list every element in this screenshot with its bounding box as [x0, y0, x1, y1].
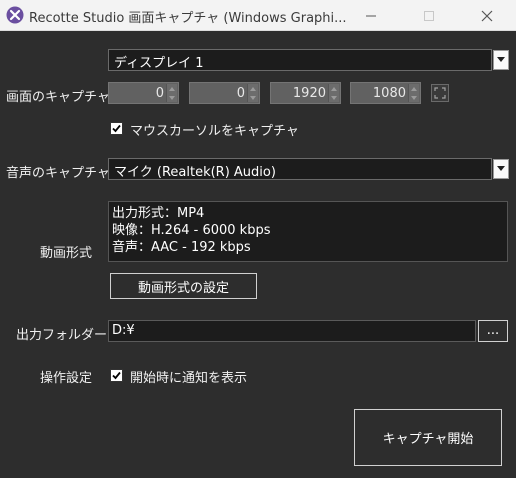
capture-x-stepper[interactable]: 0	[108, 82, 179, 104]
spin-down-icon[interactable]	[408, 93, 419, 102]
capture-height-stepper[interactable]: 1080	[350, 82, 421, 104]
capture-y-value: 0	[236, 86, 245, 101]
chevron-down-icon	[497, 166, 505, 171]
video-info-line: 映像：H.264 - 6000 kbps	[112, 223, 271, 238]
output-folder-label: 出力フォルダー	[16, 328, 108, 343]
minimize-icon	[366, 15, 376, 16]
audio-select[interactable]: マイク (Realtek(R) Audio)	[108, 158, 492, 180]
spin-down-icon[interactable]	[328, 93, 339, 102]
close-button[interactable]	[464, 0, 510, 31]
window-title: Recotte Studio 画面キャプチャ (Windows Graphi..…	[29, 11, 347, 26]
minimize-button[interactable]	[348, 0, 394, 31]
checkmark-icon	[112, 371, 121, 380]
capture-y-arrows[interactable]	[247, 84, 258, 102]
title-bar[interactable]: Recotte Studio 画面キャプチャ (Windows Graphi..…	[0, 0, 516, 31]
mouse-cursor-checkbox[interactable]	[110, 122, 123, 135]
capture-y-stepper[interactable]: 0	[189, 82, 260, 104]
maximize-icon	[424, 10, 434, 21]
audio-info-line: 音声：AAC - 192 kbps	[112, 240, 251, 255]
video-format-info: 出力形式：MP4 映像：H.264 - 6000 kbps 音声：AAC - 1…	[108, 201, 508, 262]
spin-down-icon[interactable]	[247, 93, 258, 102]
audio-capture-label: 音声のキャプチャ	[6, 166, 110, 181]
checkmark-icon	[112, 124, 121, 133]
screen-capture-label: 画面のキャプチャ	[6, 90, 110, 105]
output-folder-path: D:¥	[112, 323, 135, 338]
spin-up-icon[interactable]	[328, 84, 339, 93]
capture-height-value: 1080	[372, 86, 406, 101]
capture-width-stepper[interactable]: 1920	[270, 82, 341, 104]
format-info-line: 出力形式：MP4	[112, 206, 205, 221]
spin-up-icon[interactable]	[247, 84, 258, 93]
notify-on-start-checkbox[interactable]	[110, 369, 123, 382]
capture-width-arrows[interactable]	[328, 84, 339, 102]
capture-x-value: 0	[155, 86, 164, 101]
audio-select-value: マイク (Realtek(R) Audio)	[114, 165, 276, 180]
maximize-button[interactable]	[406, 0, 452, 31]
output-folder-field[interactable]: D:¥	[108, 320, 476, 342]
display-select-value: ディスプレイ 1	[114, 56, 204, 71]
spin-up-icon[interactable]	[166, 84, 177, 93]
capture-dialog-body: ディスプレイ 1 画面のキャプチャ 0 0 1920 1080 マウスカーソルを…	[0, 31, 516, 478]
capture-height-arrows[interactable]	[408, 84, 419, 102]
chevron-down-icon	[497, 57, 505, 62]
fullscreen-button[interactable]	[431, 84, 449, 102]
close-icon	[481, 10, 493, 21]
start-capture-button[interactable]: キャプチャ開始	[354, 409, 502, 466]
spin-up-icon[interactable]	[408, 84, 419, 93]
operation-settings-label: 操作設定	[40, 371, 93, 386]
video-format-label: 動画形式	[40, 246, 93, 261]
mouse-cursor-label[interactable]: マウスカーソルをキャプチャ	[130, 120, 299, 139]
display-select[interactable]: ディスプレイ 1	[108, 49, 492, 71]
video-format-settings-button[interactable]: 動画形式の設定	[110, 273, 257, 299]
capture-x-arrows[interactable]	[166, 84, 177, 102]
spin-down-icon[interactable]	[166, 93, 177, 102]
audio-dropdown-button[interactable]	[493, 159, 509, 179]
capture-width-value: 1920	[292, 86, 326, 101]
notify-on-start-label[interactable]: 開始時に通知を表示	[130, 367, 247, 386]
display-dropdown-button[interactable]	[493, 50, 509, 70]
browse-button[interactable]: ...	[478, 320, 508, 342]
fullscreen-icon	[431, 84, 449, 102]
recotte-logo-icon	[6, 6, 24, 24]
